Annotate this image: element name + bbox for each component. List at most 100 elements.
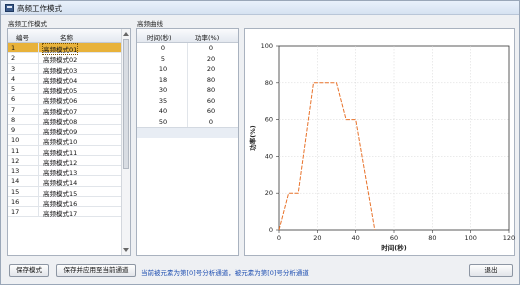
time-cell[interactable]: 50 <box>153 118 173 126</box>
mode-number: 10 <box>11 136 20 145</box>
scrollbar-thumb[interactable] <box>123 39 129 169</box>
power-cell[interactable]: 60 <box>199 107 223 115</box>
mode-table-row[interactable]: 17 高频模式17 <box>8 207 122 218</box>
power-cell[interactable]: 20 <box>199 55 223 63</box>
title-bar: 高频工作模式 <box>1 1 519 15</box>
mode-table-row[interactable]: 9 高频模式09 <box>8 125 122 136</box>
y-axis-label: 功率(%) <box>248 125 257 150</box>
mode-number: 6 <box>11 95 16 104</box>
main-window: 高频工作模式 高频工作模式 高频曲线 编号 名称 1 高频模式01 2 高频模式02 3… <box>0 0 520 285</box>
mode-table-row[interactable]: 14 高频模式14 <box>8 176 122 187</box>
app-icon <box>5 4 14 12</box>
status-text: 当前被元素为第[0]号分析通道，被元素为第[0]号分析通道 <box>141 269 309 277</box>
window-title: 高频工作模式 <box>17 4 62 13</box>
power-cell[interactable]: 0 <box>199 118 223 126</box>
mode-number: 15 <box>11 187 20 196</box>
curve-table-row[interactable]: 5 20 <box>137 53 238 64</box>
power-cell[interactable]: 80 <box>199 76 223 84</box>
column-separator <box>38 63 39 73</box>
curve-table-row[interactable]: 30 80 <box>137 85 238 96</box>
mode-table-row[interactable]: 7 高频模式07 <box>8 104 122 116</box>
curve-table-row[interactable]: 00 <box>137 43 238 54</box>
column-separator <box>38 53 39 63</box>
mode-table[interactable]: 编号 名称 1 高频模式01 2 高频模式02 3 高频模式03 4 高频模式04 5 高频模式0… <box>7 28 131 256</box>
curve-table[interactable]: 时间(秒) 功率(%) 0 0 5 20 10 20 18 80 30 80 35 60 40 60 50 0 <box>136 28 239 256</box>
column-separator <box>38 155 39 165</box>
mode-number: 8 <box>11 115 16 124</box>
mode-table-row[interactable]: 8 高频模式08 <box>8 114 122 126</box>
save-mode-button[interactable]: 保存模式 <box>9 264 49 277</box>
mode-number: 4 <box>11 74 16 83</box>
mode-number: 3 <box>11 64 16 73</box>
curve-table-body: 0 0 5 20 10 20 18 80 30 80 35 60 40 60 50 0 <box>137 43 238 138</box>
x-tick-label: 40 <box>352 234 360 242</box>
mode-table-row[interactable]: 13 高频模式13 <box>8 166 122 177</box>
mode-table-row[interactable]: 3 高频模式03 <box>8 63 122 75</box>
mode-table-body: 1 高频模式01 2 高频模式02 3 高频模式03 4 高频模式04 5 高频模式05 6 高频模式… <box>8 43 122 218</box>
column-separator <box>187 74 188 85</box>
column-separator <box>187 85 188 96</box>
time-cell[interactable]: 30 <box>153 86 173 94</box>
column-separator <box>38 166 39 176</box>
mode-table-row[interactable]: 11 高频模式11 <box>8 145 122 157</box>
curve-table-row[interactable]: 50 0 <box>137 116 238 127</box>
curve-table-row[interactable]: 10 20 <box>137 64 238 75</box>
scroll-up-icon[interactable] <box>123 32 129 36</box>
curve-table-row[interactable]: 18 80 <box>137 74 238 85</box>
mode-table-row[interactable]: 2 高频模式02 <box>8 53 122 64</box>
exit-button[interactable]: 退出 <box>469 264 513 277</box>
column-header-time: 时间(秒) <box>147 34 172 42</box>
column-separator <box>38 186 39 196</box>
mode-section-label: 高频工作模式 <box>8 20 47 28</box>
mode-number: 7 <box>11 105 16 114</box>
save-apply-button[interactable]: 保存并应用至当前通道 <box>56 264 136 277</box>
curve-table-header: 时间(秒) 功率(%) <box>137 29 238 43</box>
mode-table-row[interactable]: 10 高频模式10 <box>8 135 122 146</box>
power-cell[interactable]: 0 <box>199 44 223 52</box>
mode-table-scrollbar[interactable] <box>121 29 130 255</box>
x-tick-label: 120 <box>503 234 515 242</box>
time-cell[interactable]: 40 <box>153 107 173 115</box>
column-separator <box>187 53 188 64</box>
mode-number: 13 <box>11 167 20 175</box>
mode-number: 12 <box>11 156 20 165</box>
column-header-name[interactable]: 名称 <box>60 32 73 42</box>
column-header-number[interactable]: 编号 <box>16 32 29 42</box>
mode-number: 14 <box>11 177 20 186</box>
mode-table-row[interactable]: 15 高频模式15 <box>8 186 122 198</box>
scroll-down-icon[interactable] <box>123 248 129 252</box>
column-separator <box>187 43 188 54</box>
time-cell[interactable]: 35 <box>153 97 173 105</box>
curve-table-row[interactable]: 35 60 <box>137 95 238 106</box>
mode-table-row[interactable]: 12 高频模式12 <box>8 155 122 167</box>
column-separator <box>38 114 39 124</box>
power-cell[interactable]: 60 <box>199 97 223 105</box>
x-tick-label: 20 <box>313 234 321 242</box>
x-tick-label: 80 <box>428 234 436 242</box>
column-separator <box>38 135 39 145</box>
mode-table-row[interactable]: 5 高频模式05 <box>8 84 122 95</box>
time-cell[interactable]: 10 <box>153 65 173 73</box>
column-separator <box>38 43 39 53</box>
time-cell[interactable]: 0 <box>153 44 173 52</box>
column-separator <box>38 176 39 186</box>
mode-name: 高频模式17 <box>43 210 78 218</box>
mode-table-row[interactable]: 4 高频模式04 <box>8 73 122 85</box>
column-separator <box>38 207 39 217</box>
mode-number: 9 <box>11 126 16 134</box>
power-cell[interactable]: 20 <box>199 65 223 73</box>
column-separator <box>187 116 188 127</box>
column-separator <box>38 196 39 206</box>
new-row-placeholder[interactable] <box>137 127 238 138</box>
mode-table-row[interactable]: 6 高频模式06 <box>8 94 122 105</box>
mode-table-row[interactable]: 16 高频模式16 <box>8 196 122 208</box>
mode-number: 11 <box>11 146 20 155</box>
power-cell[interactable]: 80 <box>199 86 223 94</box>
y-tick-label: 20 <box>265 189 273 197</box>
time-cell[interactable]: 5 <box>153 55 173 63</box>
time-cell[interactable]: 18 <box>153 76 173 84</box>
mode-table-row[interactable]: 1 高频模式01 <box>8 43 122 55</box>
power-curve-chart: 0 20 40 60 80 100 120 0 20 40 60 80 100 时间(秒) 功率(%) <box>244 28 515 256</box>
curve-table-row[interactable]: 40 60 <box>137 106 238 117</box>
column-separator <box>38 73 39 83</box>
